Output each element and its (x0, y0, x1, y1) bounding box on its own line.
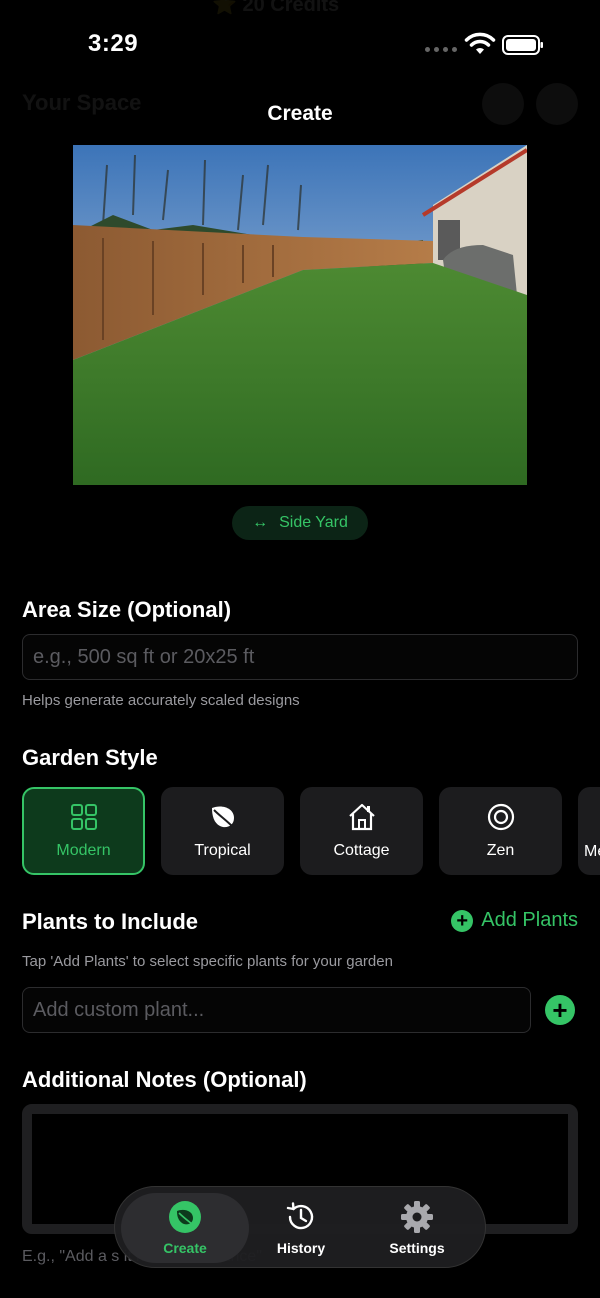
style-option-tropical[interactable]: Tropical (161, 787, 284, 875)
battery-icon (502, 35, 543, 55)
wifi-icon (464, 32, 496, 54)
target-icon (487, 803, 514, 831)
add-plants-label: Add Plants (481, 909, 578, 931)
area-size-input[interactable]: e.g., 500 sq ft or 20x25 ft (22, 634, 578, 680)
style-option-cottage[interactable]: Cottage (300, 787, 423, 875)
sheet-title: Create (267, 102, 333, 125)
signal-dots-icon (425, 47, 457, 52)
tab-history[interactable]: History (237, 1193, 365, 1263)
tab-label: Create (163, 1240, 207, 1256)
area-size-helper: Helps generate accurately scaled designs (22, 692, 300, 709)
garden-style-scroller[interactable]: Modern Tropical Cottage Zen Me (22, 787, 600, 875)
clock-history-icon (286, 1202, 314, 1230)
tab-create[interactable]: Create (121, 1193, 249, 1263)
status-bar: 3:29 (0, 0, 600, 90)
area-size-title: Area Size (Optional) (22, 597, 232, 622)
style-option-partial[interactable]: Me (578, 787, 600, 875)
style-option-label: Cottage (333, 842, 390, 859)
plants-helper: Tap 'Add Plants' to select specific plan… (22, 953, 393, 970)
area-size-placeholder: e.g., 500 sq ft or 20x25 ft (33, 645, 255, 668)
plus-icon: + (552, 994, 568, 1025)
gear-icon (401, 1201, 433, 1233)
style-option-zen[interactable]: Zen (439, 787, 562, 875)
plus-circle-icon: + (451, 909, 474, 932)
leaf-icon (211, 806, 235, 829)
tab-bar: Create History Settings (114, 1186, 486, 1268)
location-chip[interactable]: ↔ Side Yard (232, 506, 368, 540)
plants-title: Plants to Include (22, 909, 199, 934)
style-option-label: Modern (56, 842, 111, 859)
tab-settings[interactable]: Settings (353, 1193, 481, 1263)
tab-label: History (276, 1240, 326, 1256)
add-plants-button[interactable]: + Add Plants (451, 909, 578, 932)
location-chip-label: Side Yard (279, 514, 348, 531)
horizontal-arrows-icon: ↔ (252, 514, 268, 531)
grid-icon (70, 804, 97, 830)
notes-title: Additional Notes (Optional) (22, 1067, 307, 1092)
style-option-label: Zen (486, 842, 515, 859)
yard-photo (73, 145, 527, 485)
style-option-modern[interactable]: Modern (22, 787, 145, 875)
custom-plant-placeholder: Add custom plant... (33, 998, 205, 1021)
custom-plant-input[interactable]: Add custom plant... (22, 987, 531, 1033)
status-time: 3:29 (88, 30, 139, 57)
tab-label: Settings (389, 1240, 445, 1256)
add-custom-plant-button[interactable]: + (545, 995, 575, 1025)
style-option-label: Tropical (194, 842, 251, 859)
house-icon (348, 803, 375, 831)
style-option-label: Me (584, 843, 600, 860)
garden-style-title: Garden Style (22, 745, 158, 770)
leaf-circle-icon (169, 1201, 201, 1233)
